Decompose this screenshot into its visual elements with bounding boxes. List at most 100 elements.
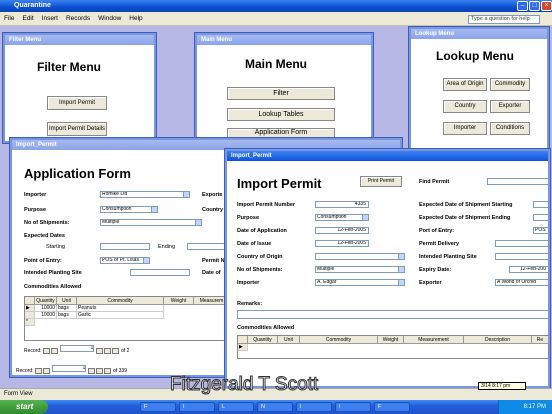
importer-field[interactable]: A. Edgar [315,279,405,286]
exporter-field[interactable]: A World of Orchid [495,279,549,286]
next-record-icon[interactable] [87,367,95,374]
row-selector-icon[interactable]: ▶ [238,344,248,351]
system-tray-clock[interactable]: 8:17 PM [498,400,552,414]
purpose-field[interactable]: Consumption [315,214,369,221]
table-cell[interactable]: 10000 [35,312,57,319]
taskbar-item[interactable]: F [140,402,176,412]
grid-col-weight[interactable]: Weight [164,297,194,305]
lookup-menu-heading: Lookup Menu [436,49,514,63]
first-record-icon[interactable] [34,367,42,374]
commodity-button[interactable]: Commodity [490,78,530,91]
row-selector[interactable] [25,312,35,319]
new-row-icon[interactable]: * [25,319,35,326]
grid-col-weight[interactable]: Weight [378,336,404,344]
country-of-origin-field[interactable] [315,253,405,260]
shipments-field[interactable]: Multiple [315,266,405,273]
last-record-icon[interactable] [103,347,111,354]
taskbar-item[interactable]: N [257,402,293,412]
taskbar-item[interactable]: I [179,402,215,412]
row-selector-icon[interactable]: ▶ [25,305,35,312]
expiry-date-field[interactable]: 12-Feb-200 [509,266,549,273]
print-permit-button[interactable]: Print Permit [360,176,402,187]
filter-button[interactable]: Filter [227,87,335,100]
dropdown-arrow-icon[interactable] [398,280,404,285]
menu-file[interactable]: File [0,12,18,26]
menu-window[interactable]: Window [94,12,125,26]
shipments-field[interactable]: Multiple [100,219,202,226]
dropdown-arrow-icon[interactable] [398,267,404,272]
field-label: Date of Issue [237,241,272,247]
menu-help[interactable]: Help [125,12,146,26]
table-cell[interactable]: 10000 [35,305,57,312]
import-permit-details-button[interactable]: Import Permit Details [47,122,107,136]
table-cell[interactable]: bags [57,312,77,319]
application-form-button[interactable]: Application Form [227,128,335,138]
permit-number-field[interactable]: 4335 [315,201,369,208]
planting-site-field[interactable] [495,253,549,260]
help-search-input[interactable]: Type a question for help [468,15,540,24]
dropdown-arrow-icon[interactable] [195,220,201,225]
issue-date-field[interactable]: 12-Feb-2005 [315,240,369,247]
starting-date-field[interactable] [100,243,150,250]
table-cell[interactable]: bags [57,305,77,312]
grid-col-commodity[interactable]: Commodity [77,297,164,305]
table-cell[interactable]: Peanuts [77,305,164,312]
grid-col-measurement[interactable]: Measurement [404,336,464,344]
ending-date-field[interactable] [187,243,227,250]
field-label: Exporter [419,280,442,286]
point-of-entry-field[interactable]: POS or Pt. Lisas [100,257,150,264]
dropdown-arrow-icon[interactable] [151,207,157,212]
menu-records[interactable]: Records [62,12,94,26]
exporter-button[interactable]: Exporter [490,100,530,113]
menu-edit[interactable]: Edit [18,12,37,26]
first-record-icon[interactable] [42,347,50,354]
taskbar-item[interactable]: F [374,402,410,412]
maximize-button[interactable]: □ [529,1,540,11]
menu-insert[interactable]: Insert [38,12,62,26]
start-button[interactable]: start [0,400,48,414]
prev-record-icon[interactable] [50,347,58,354]
importer-field[interactable]: Romike Ltd [100,191,190,198]
dropdown-arrow-icon[interactable] [183,192,189,197]
shipment-end-field[interactable] [533,214,549,221]
grid-col-description[interactable]: Description [464,336,532,344]
prev-record-icon[interactable] [42,367,50,374]
dropdown-arrow-icon[interactable] [398,254,404,259]
country-button[interactable]: Country [443,100,487,113]
area-of-origin-button[interactable]: Area of Origin [443,78,487,91]
import-permit-button[interactable]: Import Permit [47,96,107,110]
remarks-field[interactable] [237,310,549,319]
grid-col-unit[interactable]: Unit [278,336,300,344]
table-cell[interactable]: Garlic [77,312,164,319]
commodities-allowed-label: Commodities Allowed [237,325,295,331]
dropdown-arrow-icon[interactable] [143,258,149,263]
next-record-icon[interactable] [95,347,103,354]
importer-label: Importer [24,192,47,198]
taskbar-item[interactable]: I [296,402,332,412]
grid-col-remarks[interactable]: Re [532,336,549,344]
dropdown-arrow-icon[interactable] [362,215,368,220]
new-record-icon[interactable] [111,347,119,354]
importer-button[interactable]: Importer [443,122,487,135]
minimize-button[interactable]: – [517,1,528,11]
shipment-start-field[interactable] [533,201,549,208]
purpose-field[interactable]: Consumption [100,206,158,213]
grid-col-unit[interactable]: Unit [57,297,77,305]
grid-col-quantity[interactable]: Quantity [248,336,278,344]
find-permit-field[interactable] [487,178,549,185]
taskbar-item[interactable]: l [335,402,371,412]
taskbar-item[interactable]: L [218,402,254,412]
port-of-entry-field[interactable]: POS [533,227,549,234]
grid-col-quantity[interactable]: Quantity [35,297,57,305]
application-date-field[interactable]: 12-Feb-2005 [315,227,369,234]
conditions-button[interactable]: Conditions [490,122,530,135]
record-number-field[interactable]: 1 [60,345,95,352]
planting-site-field[interactable] [130,269,190,276]
grid-col-commodity[interactable]: Commodity [300,336,378,344]
close-button[interactable]: × [541,1,552,11]
permit-delivery-field[interactable] [495,240,549,247]
record-number-field[interactable]: 1 [52,365,87,372]
new-record-icon[interactable] [103,367,111,374]
lookup-tables-button[interactable]: Lookup Tables [227,108,335,121]
last-record-icon[interactable] [95,367,103,374]
